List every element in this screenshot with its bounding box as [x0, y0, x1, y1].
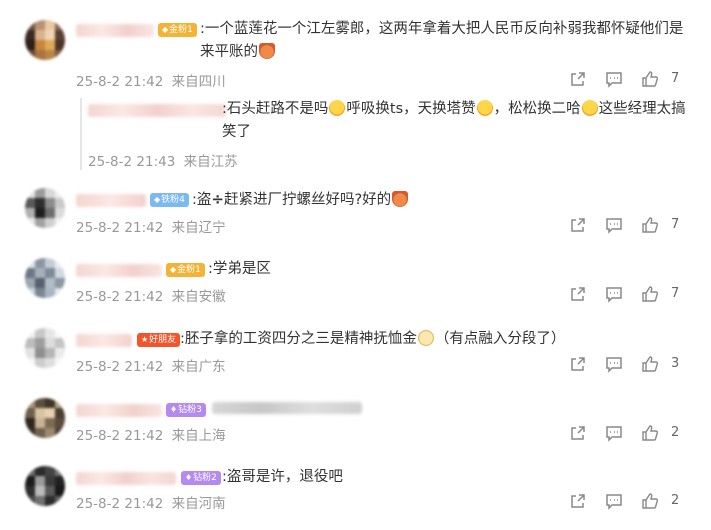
like-count: 3: [671, 356, 680, 371]
thumbs-up-icon[interactable]: [641, 424, 659, 442]
comment-text: :学弟是区: [208, 261, 271, 277]
timestamp: 25-8-2 21:43: [88, 154, 176, 170]
share-icon[interactable]: [569, 424, 587, 442]
fan-badge[interactable]: ◆金粉1: [166, 263, 205, 277]
like-count: 2: [671, 493, 680, 508]
comment-text: :胚子拿的工资四分之三是精神抚恤金 （有点融入分段了）: [180, 330, 566, 347]
avatar[interactable]: [25, 398, 65, 438]
avatar[interactable]: [25, 258, 65, 298]
reply-meta: 25-8-2 21:43 来自江苏: [88, 150, 238, 170]
cat-face-emoji: [417, 330, 434, 346]
location: 来自河南: [171, 496, 226, 512]
comment-text: :盗÷赶紧进厂拧螺丝好吗?好的: [192, 188, 692, 212]
reply-username[interactable]: [88, 104, 226, 117]
share-icon[interactable]: [569, 70, 587, 88]
comment-meta: 25-8-2 21:42 来自辽宁: [76, 216, 226, 236]
fan-badge[interactable]: ♦钻粉3: [166, 403, 206, 417]
comment-actions: 7: [569, 285, 689, 305]
shocked-face-emoji: [329, 100, 346, 116]
like-count: 7: [671, 71, 680, 86]
comment-text: :盗哥是许，退役吧: [222, 469, 343, 485]
badge-icon: ◆: [154, 195, 161, 204]
location: 来自广东: [171, 359, 226, 375]
timestamp: 25-8-2 21:42: [76, 496, 164, 512]
thumbs-up-icon[interactable]: [641, 216, 659, 234]
comment-icon[interactable]: [605, 492, 623, 510]
fan-badge[interactable]: ◆铁粉4: [150, 193, 189, 207]
comment-meta: 25-8-2 21:42 来自河南: [76, 492, 226, 512]
comment-icon[interactable]: [605, 285, 623, 303]
badge-icon: ♦: [170, 405, 178, 414]
comment-icon[interactable]: [605, 355, 623, 373]
comment-meta: 25-8-2 21:42 来自安徽: [76, 285, 226, 305]
comment-icon[interactable]: [605, 216, 623, 234]
redacted-text: [212, 402, 362, 414]
comment-meta: 25-8-2 21:42 来自上海: [76, 424, 226, 444]
comment-icon[interactable]: [605, 424, 623, 442]
comment-actions: 7: [569, 70, 689, 90]
avatar[interactable]: [25, 20, 65, 60]
avatar[interactable]: [25, 188, 65, 228]
username[interactable]: [76, 472, 176, 485]
thumbs-up-icon[interactable]: [641, 355, 659, 373]
comment-icon[interactable]: [605, 70, 623, 88]
location: 来自上海: [171, 428, 226, 444]
comment-actions: 3: [569, 355, 689, 375]
timestamp: 25-8-2 21:42: [76, 289, 164, 305]
money-bag-emoji: [259, 43, 275, 59]
comment-meta: 25-8-2 21:42 来自四川: [76, 70, 226, 90]
avatar[interactable]: [25, 328, 65, 368]
comment-list: ◆金粉1 :一个蓝莲花一个江左雾郎，这两年拿着大把人民币反向补弱我都怀疑他们是来…: [0, 0, 711, 530]
comment-actions: 2: [569, 492, 689, 512]
timestamp: 25-8-2 21:42: [76, 220, 164, 236]
comment-actions: 2: [569, 424, 689, 444]
sub-reply: :石头赶路不是吗 呼吸换ts，天换塔赞 ，松松换二哈 这些经理太搞笑了 25-8-2 …: [80, 98, 702, 170]
username[interactable]: [76, 264, 162, 277]
share-icon[interactable]: [569, 492, 587, 510]
like-count: 7: [671, 217, 680, 232]
like-count: 7: [671, 286, 680, 301]
thumbs-up-icon[interactable]: [641, 70, 659, 88]
comment-meta: 25-8-2 21:42 来自广东: [76, 355, 226, 375]
username[interactable]: [76, 404, 162, 417]
like-count: 2: [671, 425, 680, 440]
share-icon[interactable]: [569, 355, 587, 373]
avatar[interactable]: [25, 466, 65, 506]
timestamp: 25-8-2 21:42: [76, 74, 164, 90]
comment-actions: 7: [569, 216, 689, 236]
location: 来自辽宁: [171, 220, 226, 236]
badge-icon: ★: [141, 335, 149, 344]
comment-text: :一个蓝莲花一个江左雾郎，这两年拿着大把人民币反向补弱我都怀疑他们是来平账的: [200, 21, 684, 60]
username[interactable]: [76, 24, 154, 37]
divide-symbol: ÷: [211, 190, 224, 208]
thumbs-up-icon[interactable]: [641, 285, 659, 303]
thumbs-up-icon[interactable]: [641, 492, 659, 510]
badge-icon: ◆: [170, 265, 177, 274]
money-bag-emoji: [392, 191, 409, 207]
share-icon[interactable]: [569, 216, 587, 234]
shocked-face-emoji: [476, 100, 493, 116]
location: 来自江苏: [183, 154, 238, 170]
username[interactable]: [76, 194, 146, 207]
fan-badge[interactable]: ★好朋友: [137, 333, 181, 347]
timestamp: 25-8-2 21:42: [76, 359, 164, 375]
fan-badge[interactable]: ◆金粉1: [158, 23, 197, 37]
shocked-face-emoji: [581, 100, 598, 116]
badge-icon: ◆: [162, 25, 169, 34]
share-icon[interactable]: [569, 285, 587, 303]
timestamp: 25-8-2 21:42: [76, 428, 164, 444]
reply-text: :石头赶路不是吗 呼吸换ts，天换塔赞 ，松松换二哈 这些经理太搞笑了: [222, 100, 686, 140]
location: 来自四川: [171, 74, 226, 90]
location: 来自安徽: [171, 289, 226, 305]
badge-icon: ♦: [185, 473, 193, 482]
comment-text: [206, 398, 686, 421]
fan-badge[interactable]: ♦钻粉2: [181, 471, 221, 485]
username[interactable]: [76, 334, 132, 347]
